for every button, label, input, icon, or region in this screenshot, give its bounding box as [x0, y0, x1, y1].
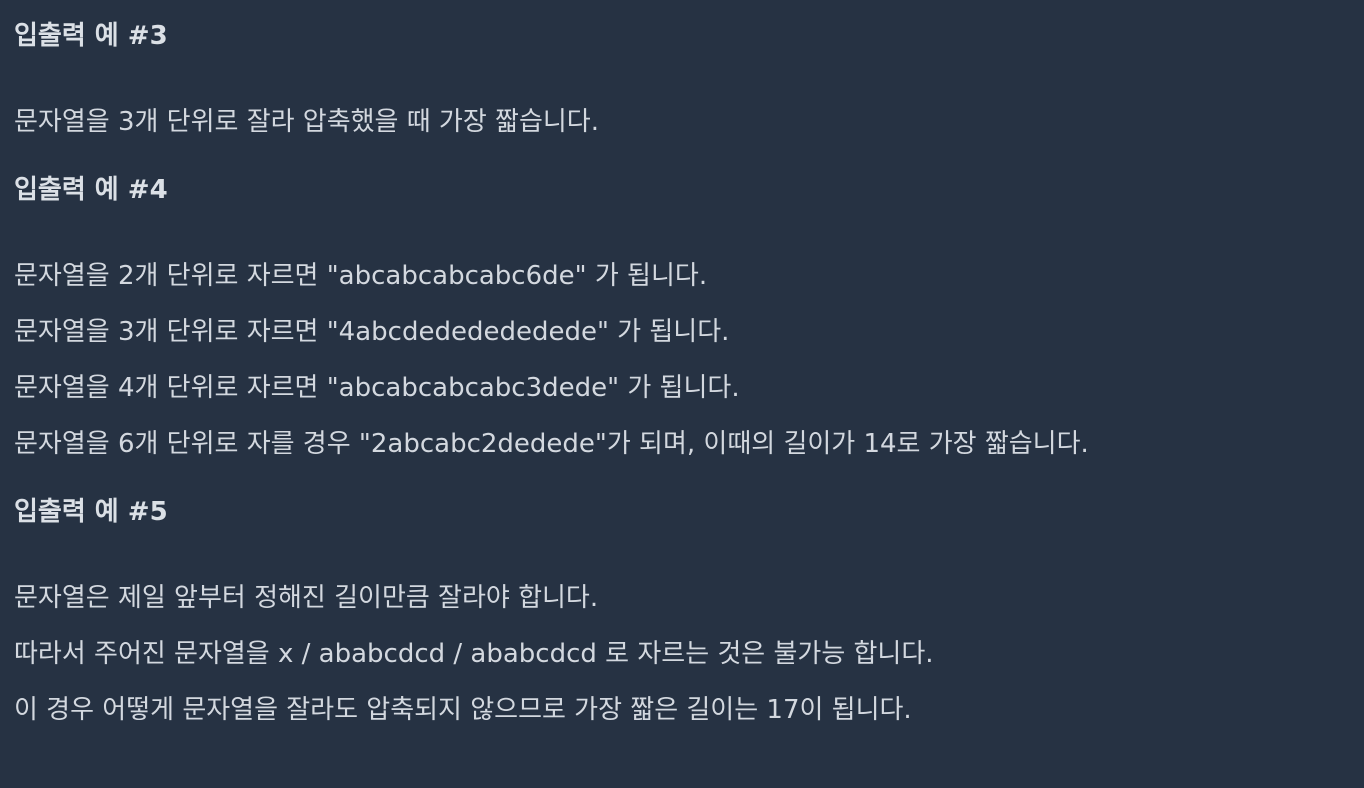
example-text-line: 이 경우 어떻게 문자열을 잘라도 압축되지 않으므로 가장 짧은 길이는 17…: [14, 695, 912, 725]
example-text-line: 문자열은 제일 앞부터 정해진 길이만큼 잘라야 합니다.: [14, 583, 599, 613]
problem-description: 입출력 예 #3 문자열을 3개 단위로 잘라 압축했을 때 가장 짧습니다. …: [0, 0, 1364, 788]
example-heading: 입출력 예 #5: [14, 497, 168, 527]
example-text-line: 문자열을 3개 단위로 자르면 "4abcdededededede" 가 됩니다…: [14, 317, 730, 347]
example-text-line: 문자열을 3개 단위로 잘라 압축했을 때 가장 짧습니다.: [14, 107, 599, 137]
example-section-4: 입출력 예 #4 문자열을 2개 단위로 자르면 "abcabcabcabc6d…: [14, 170, 1350, 472]
example-text-line: 문자열을 2개 단위로 자르면 "abcabcabcabc6de" 가 됩니다.: [14, 261, 708, 291]
example-body: 문자열은 제일 앞부터 정해진 길이만큼 잘라야 합니다. 따라서 주어진 문자…: [14, 570, 1350, 738]
example-text-line: 따라서 주어진 문자열을 x / ababcdcd / ababcdcd 로 자…: [14, 639, 934, 669]
example-body: 문자열을 2개 단위로 자르면 "abcabcabcabc6de" 가 됩니다.…: [14, 248, 1350, 472]
example-section-3: 입출력 예 #3 문자열을 3개 단위로 잘라 압축했을 때 가장 짧습니다.: [14, 16, 1350, 150]
example-text-line: 문자열을 6개 단위로 자를 경우 "2abcabc2dedede"가 되며, …: [14, 429, 1089, 459]
example-section-5: 입출력 예 #5 문자열은 제일 앞부터 정해진 길이만큼 잘라야 합니다. 따…: [14, 492, 1350, 738]
example-heading: 입출력 예 #4: [14, 175, 168, 205]
example-heading: 입출력 예 #3: [14, 21, 168, 51]
example-body: 문자열을 3개 단위로 잘라 압축했을 때 가장 짧습니다.: [14, 94, 1350, 150]
example-text-line: 문자열을 4개 단위로 자르면 "abcabcabcabc3dede" 가 됩니…: [14, 373, 740, 403]
